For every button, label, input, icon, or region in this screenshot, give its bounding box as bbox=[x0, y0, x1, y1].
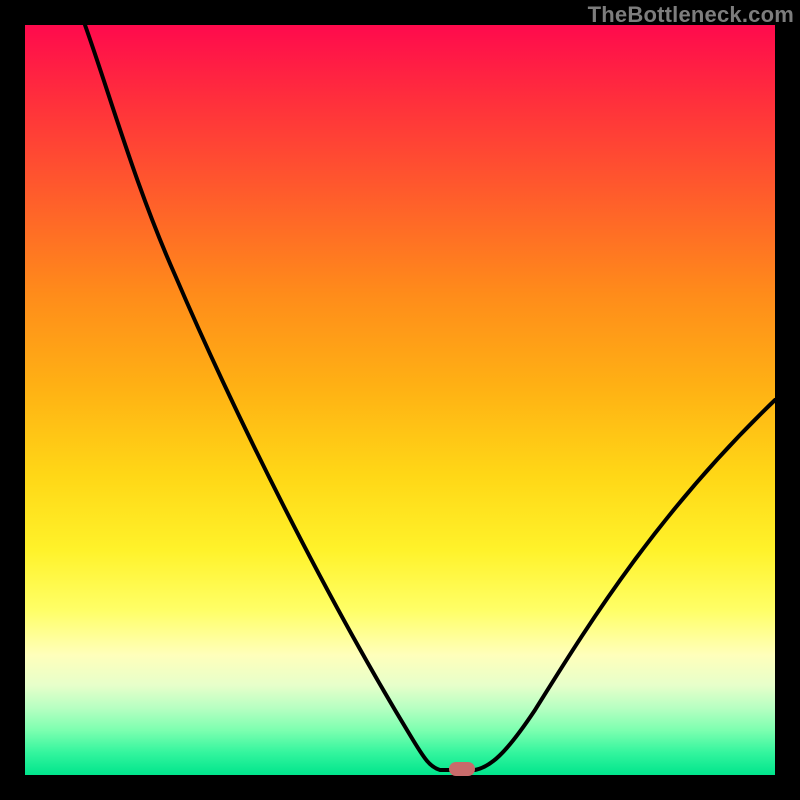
plot-area bbox=[25, 25, 775, 775]
bottleneck-curve bbox=[25, 25, 775, 775]
chart-frame: TheBottleneck.com bbox=[0, 0, 800, 800]
optimal-marker bbox=[449, 762, 475, 776]
curve-path bbox=[85, 25, 775, 770]
